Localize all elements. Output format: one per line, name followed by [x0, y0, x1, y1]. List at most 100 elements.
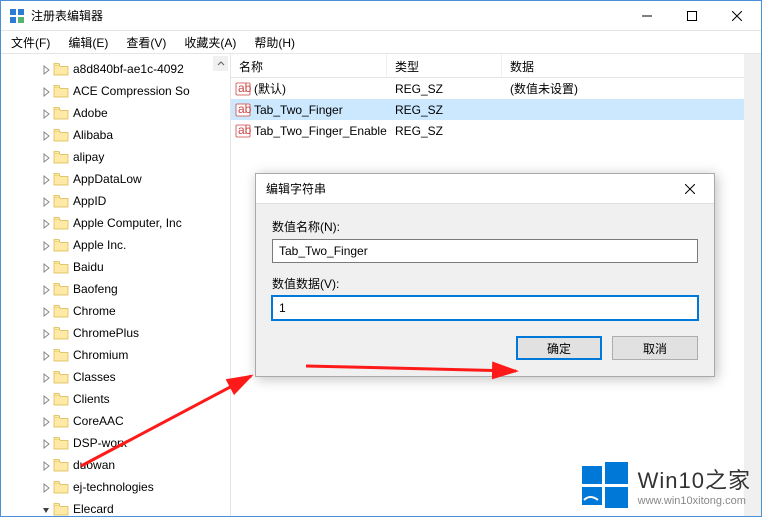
tree-item[interactable]: CoreAAC: [1, 410, 230, 432]
chevron-right-icon[interactable]: [41, 152, 51, 162]
chevron-right-icon[interactable]: [41, 130, 51, 140]
tree-item-label: duowan: [73, 458, 115, 472]
menubar: 文件(F) 编辑(E) 查看(V) 收藏夹(A) 帮助(H): [1, 31, 761, 53]
tree-item-label: a8d840bf-ae1c-4092: [73, 62, 184, 76]
folder-icon: [53, 238, 69, 252]
value-name-input[interactable]: [272, 239, 698, 263]
tree-item[interactable]: Elecard: [1, 498, 230, 516]
folder-icon: [53, 282, 69, 296]
chevron-right-icon[interactable]: [41, 394, 51, 404]
value-data-input[interactable]: [272, 296, 698, 320]
folder-icon: [53, 414, 69, 428]
chevron-right-icon[interactable]: [41, 350, 51, 360]
tree-item[interactable]: a8d840bf-ae1c-4092: [1, 58, 230, 80]
tree-item-label: Classes: [73, 370, 116, 384]
tree-item[interactable]: Apple Computer, Inc: [1, 212, 230, 234]
chevron-right-icon[interactable]: [41, 64, 51, 74]
tree-item[interactable]: Baidu: [1, 256, 230, 278]
dialog-titlebar: 编辑字符串: [256, 174, 714, 204]
tree-item-label: AppDataLow: [73, 172, 142, 186]
tree-item[interactable]: ej-technologies: [1, 476, 230, 498]
dialog-close-button[interactable]: [670, 175, 710, 203]
chevron-right-icon[interactable]: [41, 372, 51, 382]
menu-favorites[interactable]: 收藏夹(A): [180, 32, 240, 53]
folder-icon: [53, 62, 69, 76]
string-value-icon: ab: [235, 81, 251, 97]
chevron-right-icon[interactable]: [41, 306, 51, 316]
tree-item[interactable]: AppDataLow: [1, 168, 230, 190]
watermark-url: www.win10xitong.com: [638, 495, 751, 507]
folder-icon: [53, 84, 69, 98]
chevron-right-icon[interactable]: [41, 460, 51, 470]
tree-item-label: alipay: [73, 150, 104, 164]
col-data[interactable]: 数据: [502, 54, 761, 77]
folder-icon: [53, 260, 69, 274]
folder-icon: [53, 480, 69, 494]
folder-icon: [53, 304, 69, 318]
value-row[interactable]: abTab_Two_Finger_EnableREG_SZ: [231, 120, 761, 141]
cancel-button[interactable]: 取消: [612, 336, 698, 360]
value-data: (数值未设置): [502, 80, 761, 97]
chevron-right-icon[interactable]: [41, 86, 51, 96]
tree-item[interactable]: Chrome: [1, 300, 230, 322]
chevron-right-icon[interactable]: [41, 174, 51, 184]
vertical-scrollbar[interactable]: [744, 54, 761, 516]
maximize-button[interactable]: [669, 1, 714, 30]
value-row[interactable]: ab(默认) REG_SZ(数值未设置): [231, 78, 761, 99]
value-row[interactable]: abTab_Two_FingerREG_SZ: [231, 99, 761, 120]
folder-icon: [53, 150, 69, 164]
menu-help[interactable]: 帮助(H): [250, 32, 299, 53]
chevron-right-icon[interactable]: [41, 240, 51, 250]
tree-item[interactable]: DSP-worx: [1, 432, 230, 454]
chevron-right-icon[interactable]: [41, 108, 51, 118]
folder-icon: [53, 194, 69, 208]
titlebar: 注册表编辑器: [1, 1, 761, 31]
tree-item[interactable]: duowan: [1, 454, 230, 476]
chevron-right-icon[interactable]: [41, 328, 51, 338]
minimize-button[interactable]: [624, 1, 669, 30]
tree-item[interactable]: Alibaba: [1, 124, 230, 146]
col-type[interactable]: 类型: [387, 54, 502, 77]
registry-tree[interactable]: a8d840bf-ae1c-4092 ACE Compression So Adob…: [1, 54, 230, 516]
tree-item-label: Adobe: [73, 106, 108, 120]
chevron-right-icon[interactable]: [41, 218, 51, 228]
menu-view[interactable]: 查看(V): [122, 32, 170, 53]
tree-item[interactable]: Apple Inc.: [1, 234, 230, 256]
value-type: REG_SZ: [387, 82, 502, 96]
menu-file[interactable]: 文件(F): [7, 32, 54, 53]
tree-item[interactable]: AppID: [1, 190, 230, 212]
chevron-right-icon[interactable]: [41, 196, 51, 206]
list-body: ab(默认) REG_SZ(数值未设置) abTab_Two_FingerREG_S…: [231, 78, 761, 141]
folder-icon: [53, 106, 69, 120]
folder-icon: [53, 502, 69, 516]
window-title: 注册表编辑器: [31, 7, 624, 24]
chevron-right-icon[interactable]: [41, 482, 51, 492]
close-button[interactable]: [714, 1, 759, 30]
ok-button[interactable]: 确定: [516, 336, 602, 360]
tree-item-label: Clients: [73, 392, 110, 406]
chevron-right-icon[interactable]: [41, 262, 51, 272]
menu-edit[interactable]: 编辑(E): [64, 32, 112, 53]
tree-item-label: Chromium: [73, 348, 128, 362]
tree-item-label: Alibaba: [73, 128, 113, 142]
tree-item[interactable]: Adobe: [1, 102, 230, 124]
chevron-right-icon[interactable]: [41, 438, 51, 448]
svg-text:ab: ab: [238, 81, 251, 95]
tree-item-label: ACE Compression So: [73, 84, 190, 98]
tree-item[interactable]: Classes: [1, 366, 230, 388]
tree-item[interactable]: ACE Compression So: [1, 80, 230, 102]
chevron-right-icon[interactable]: [41, 416, 51, 426]
tree-item[interactable]: alipay: [1, 146, 230, 168]
tree-item[interactable]: ChromePlus: [1, 322, 230, 344]
tree-item[interactable]: Baofeng: [1, 278, 230, 300]
chevron-right-icon[interactable]: [41, 284, 51, 294]
col-name[interactable]: 名称: [231, 54, 387, 77]
folder-icon: [53, 458, 69, 472]
value-type: REG_SZ: [387, 103, 502, 117]
tree-item[interactable]: Clients: [1, 388, 230, 410]
value-name: (默认): [254, 80, 286, 97]
tree-item[interactable]: Chromium: [1, 344, 230, 366]
chevron-down-icon[interactable]: [41, 504, 51, 514]
folder-icon: [53, 216, 69, 230]
tree-item-label: Chrome: [73, 304, 116, 318]
